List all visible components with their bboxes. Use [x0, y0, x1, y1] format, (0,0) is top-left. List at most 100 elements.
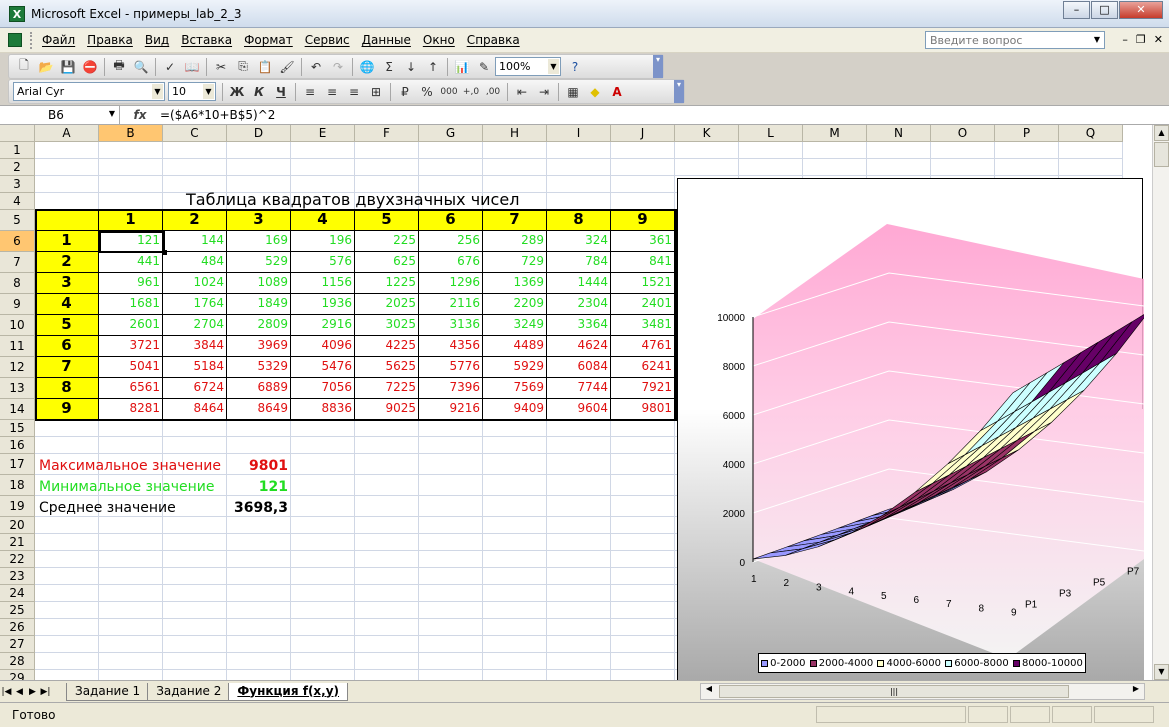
increase-indent-icon[interactable]: ⇥ [533, 82, 555, 102]
horizontal-scroll-thumb[interactable]: ||| [719, 685, 1069, 698]
row-header-13[interactable]: 13 [0, 378, 35, 399]
currency-icon[interactable]: ₽ [394, 82, 416, 102]
table-value-cell[interactable]: 2704 [163, 315, 227, 336]
table-value-cell[interactable]: 289 [483, 231, 547, 252]
sheet-cell[interactable] [227, 568, 291, 585]
prev-sheet-icon[interactable]: ◀ [13, 687, 26, 697]
zoom-select[interactable]: 100% ▼ [495, 57, 561, 76]
sheet-cell[interactable] [227, 670, 291, 680]
sort-descending-icon[interactable]: ↑ [422, 57, 444, 77]
menu-file[interactable]: Файл [36, 33, 81, 47]
table-value-cell[interactable]: 1444 [547, 273, 611, 294]
sheet-cell[interactable] [547, 568, 611, 585]
chevron-down-icon[interactable]: ▼ [109, 109, 115, 118]
sheet-cell[interactable] [739, 159, 803, 176]
sheet-cell[interactable] [355, 619, 419, 636]
table-value-cell[interactable]: 6241 [611, 357, 675, 378]
italic-button[interactable]: К [248, 82, 270, 102]
row-header-27[interactable]: 27 [0, 636, 35, 653]
sheet-cell[interactable] [35, 585, 99, 602]
sheet-cell[interactable] [163, 585, 227, 602]
sheet-cell[interactable] [355, 653, 419, 670]
table-value-cell[interactable]: 7744 [547, 378, 611, 399]
chevron-down-icon[interactable]: ▼ [1091, 33, 1103, 47]
sheet-cell[interactable] [739, 142, 803, 159]
sheet-tab-function[interactable]: Функция f(x,y) [228, 682, 349, 701]
table-col-header[interactable]: 8 [547, 210, 611, 231]
cut-icon[interactable]: ✂ [210, 57, 232, 77]
sheet-cell[interactable] [291, 534, 355, 551]
sheet-cell[interactable] [227, 517, 291, 534]
row-header-5[interactable]: 5 [0, 210, 35, 231]
sheet-cell[interactable] [163, 551, 227, 568]
table-value-cell[interactable]: 1225 [355, 273, 419, 294]
sheet-cell[interactable] [355, 159, 419, 176]
sheet-cell[interactable] [35, 193, 99, 210]
row-header-26[interactable]: 26 [0, 619, 35, 636]
legend-item[interactable]: 0-2000 [761, 658, 806, 669]
table-col-header[interactable]: 7 [483, 210, 547, 231]
table-col-header[interactable]: 3 [227, 210, 291, 231]
table-row-header[interactable]: 4 [35, 294, 99, 315]
sheet-cell[interactable] [611, 602, 675, 619]
sheet-cell[interactable] [227, 653, 291, 670]
column-header-e[interactable]: E [291, 125, 355, 142]
align-right-icon[interactable]: ≡ [343, 82, 365, 102]
table-value-cell[interactable]: 1369 [483, 273, 547, 294]
table-value-cell[interactable]: 576 [291, 252, 355, 273]
sheet-cell[interactable] [291, 159, 355, 176]
sheet-cell[interactable] [611, 585, 675, 602]
sheet-cell[interactable] [227, 420, 291, 437]
row-header-14[interactable]: 14 [0, 399, 35, 420]
table-value-cell[interactable]: 1156 [291, 273, 355, 294]
sheet-cell[interactable] [1059, 142, 1123, 159]
sheet-cell[interactable] [483, 585, 547, 602]
sheet-cell[interactable] [419, 517, 483, 534]
sheet-cell[interactable] [291, 602, 355, 619]
sheet-tab-1[interactable]: Задание 1 [66, 682, 150, 701]
sheet-cell[interactable] [35, 568, 99, 585]
column-header-j[interactable]: J [611, 125, 675, 142]
table-value-cell[interactable]: 3844 [163, 336, 227, 357]
column-header-p[interactable]: P [995, 125, 1059, 142]
sheet-cell[interactable] [547, 602, 611, 619]
table-value-cell[interactable]: 2401 [611, 294, 675, 315]
row-header-12[interactable]: 12 [0, 357, 35, 378]
row-header-20[interactable]: 20 [0, 517, 35, 534]
sheet-cell[interactable] [483, 159, 547, 176]
table-value-cell[interactable]: 1296 [419, 273, 483, 294]
sheet-cell[interactable] [483, 475, 547, 496]
percent-button[interactable]: % [416, 82, 438, 102]
sheet-cell[interactable] [227, 636, 291, 653]
sheet-cell[interactable] [355, 568, 419, 585]
sheet-cell[interactable] [483, 437, 547, 454]
sheet-cell[interactable] [291, 496, 355, 517]
sheet-cell[interactable] [99, 420, 163, 437]
table-value-cell[interactable]: 121 [99, 231, 163, 252]
sheet-cell[interactable] [35, 176, 99, 193]
table-value-cell[interactable]: 7396 [419, 378, 483, 399]
sheet-cell[interactable] [547, 551, 611, 568]
sheet-cell[interactable] [291, 636, 355, 653]
table-corner-cell[interactable] [35, 210, 99, 231]
table-value-cell[interactable]: 5329 [227, 357, 291, 378]
merge-center-icon[interactable]: ⊞ [365, 82, 387, 102]
table-value-cell[interactable]: 2809 [227, 315, 291, 336]
fill-color-icon[interactable]: ◆ [584, 82, 606, 102]
open-icon[interactable]: 📂 [35, 57, 57, 77]
sheet-cell[interactable] [227, 551, 291, 568]
sheet-cell[interactable] [99, 602, 163, 619]
sheet-cell[interactable] [291, 653, 355, 670]
doc-restore-button[interactable]: ❐ [1136, 33, 1146, 46]
table-value-cell[interactable]: 441 [99, 252, 163, 273]
row-header-11[interactable]: 11 [0, 336, 35, 357]
sheet-cell[interactable] [419, 568, 483, 585]
table-row-header[interactable]: 7 [35, 357, 99, 378]
sheet-cell[interactable] [291, 475, 355, 496]
insert-function-icon[interactable]: fx [120, 108, 160, 122]
table-row-header[interactable]: 3 [35, 273, 99, 294]
sheet-cell[interactable] [99, 142, 163, 159]
table-value-cell[interactable]: 3249 [483, 315, 547, 336]
help-icon[interactable]: ? [564, 57, 586, 77]
sheet-cell[interactable] [483, 534, 547, 551]
